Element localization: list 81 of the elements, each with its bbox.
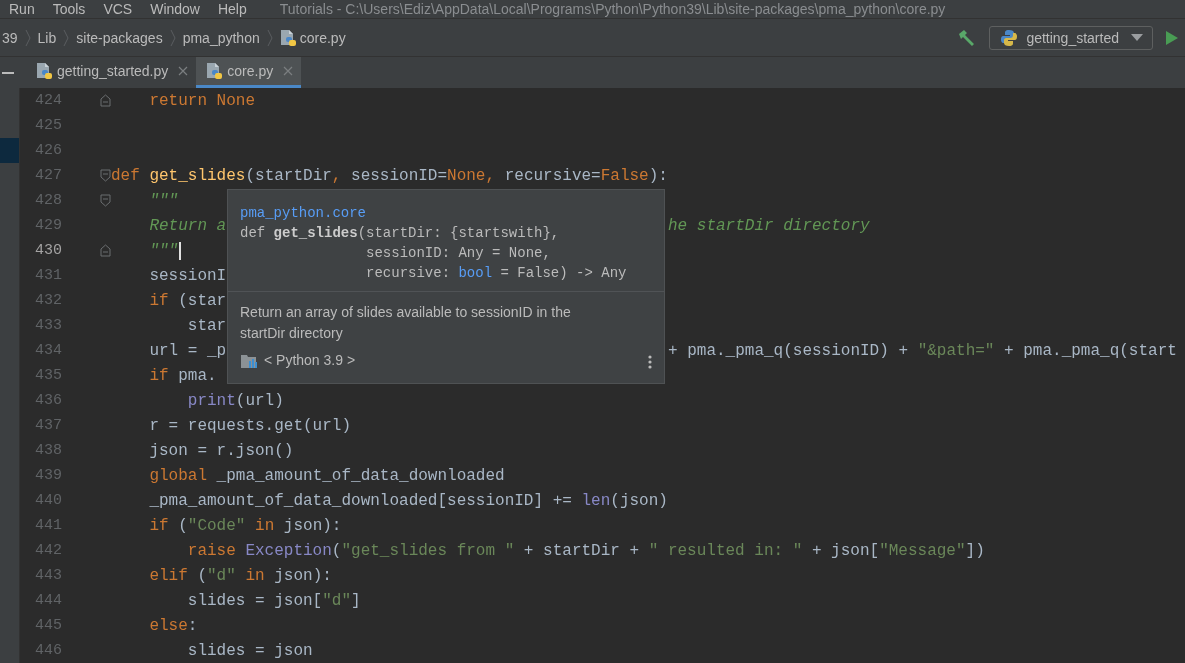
breadcrumb-item[interactable]: core.py — [279, 28, 346, 47]
line-number: 424 — [34, 92, 62, 109]
line-number: 435 — [34, 367, 62, 384]
line-number: 431 — [34, 267, 62, 284]
breadcrumb-item[interactable]: Lib — [37, 29, 57, 46]
line-number: 444 — [34, 592, 62, 609]
code-line: he startDir directory — [668, 216, 870, 235]
breadcrumb-item[interactable]: site-packages — [76, 29, 163, 46]
library-icon — [240, 352, 260, 369]
window-title: Tutorials - C:\Users\Ediz\AppData\Local\Programs\Python\Python39\Lib\site-packages\pma_python\core.py — [279, 2, 946, 16]
line-number: 438 — [34, 442, 62, 459]
line-number: 426 — [34, 142, 62, 159]
signature-text: sessionID: Any = None, — [366, 244, 552, 263]
code-line: """ — [149, 241, 179, 260]
code-line: + pma._pma_q(sessionID) + "&path=" + pma._pma_q(start — [668, 341, 1177, 360]
line-number: 446 — [34, 642, 62, 659]
code-line: raise Exception("get_slides from " + startDir + " resulted in: " + json["Message"]) — [187, 541, 985, 560]
run-icon[interactable] — [1165, 29, 1179, 46]
fold-icon[interactable] — [99, 194, 111, 207]
signature-text: recursive: bool = False) -> Any — [366, 264, 627, 283]
code-line: url = _p — [149, 341, 227, 360]
menu-item[interactable]: Tools — [43, 2, 95, 16]
line-number: 430 — [34, 242, 62, 259]
menu-item[interactable]: VCS — [94, 2, 142, 16]
code-line: if pma. — [149, 366, 217, 385]
menu-item[interactable]: Window — [141, 2, 209, 16]
python-file-icon — [206, 62, 224, 80]
line-number: 439 — [34, 467, 62, 484]
menu-item[interactable]: Help — [208, 2, 256, 16]
line-number: 429 — [34, 217, 62, 234]
line-number: 433 — [34, 317, 62, 334]
menu-item[interactable]: Run — [0, 2, 44, 16]
line-number: 440 — [34, 492, 62, 509]
code-line: global _pma_amount_of_data_downloaded — [149, 466, 505, 485]
code-line: r = requests.get(url) — [149, 416, 352, 435]
line-number: 437 — [34, 417, 62, 434]
module-name[interactable]: pma_python.core — [240, 203, 652, 223]
line-number: 434 — [34, 342, 62, 359]
line-number: 428 — [34, 192, 62, 209]
caret-icon — [1131, 33, 1143, 42]
run-configuration-dropdown[interactable]: getting_started — [989, 25, 1153, 50]
signature-text: def get_slides( — [240, 224, 367, 243]
more-icon[interactable] — [648, 355, 652, 369]
fold-icon[interactable] — [99, 244, 111, 257]
signature-text: startDir: {startswith}, — [366, 224, 561, 243]
editor-tab[interactable]: getting_started.py — [26, 57, 197, 88]
editor-tab[interactable]: core.py — [196, 57, 302, 88]
fold-icon[interactable] — [99, 169, 111, 182]
sdk-link[interactable]: < Python 3.9 > — [264, 350, 356, 371]
code-line: _pma_amount_of_data_downloaded[sessionID] += len(json) — [149, 491, 668, 510]
python-file-icon — [279, 28, 297, 47]
line-number: 425 — [34, 117, 62, 134]
code-line: json = r.json() — [149, 441, 294, 460]
line-number: 436 — [34, 392, 62, 409]
line-number: 427 — [34, 167, 62, 184]
breadcrumb-item[interactable]: pma_python — [182, 29, 260, 46]
line-number: 445 — [34, 617, 62, 634]
line-number: 442 — [34, 542, 62, 559]
code-line: return None — [149, 91, 255, 110]
code-line: slides = json["d"] — [187, 591, 361, 610]
fold-icon[interactable] — [99, 94, 111, 107]
breadcrumb-item[interactable]: 39 — [2, 29, 18, 46]
code-line: Return a — [149, 216, 227, 235]
close-icon[interactable] — [178, 66, 189, 76]
code-line: if (star — [149, 291, 227, 310]
doc-description: Return an array of slides available to sessionID in the startDir directory — [240, 303, 572, 343]
code-line: else: — [149, 616, 198, 635]
line-number: 441 — [34, 517, 62, 534]
python-file-icon — [36, 62, 53, 80]
code-line: star — [187, 316, 227, 335]
close-icon[interactable] — [283, 66, 294, 76]
code-line: elif ("d" in json): — [149, 566, 332, 585]
line-number: 432 — [34, 292, 62, 309]
code-line: if ("Code" in json): — [149, 516, 342, 535]
code-line: sessionI — [149, 266, 227, 285]
line-number: 443 — [34, 567, 62, 584]
code-line: slides = json — [187, 641, 313, 660]
code-line: def get_slides(startDir, sessionID=None, recursive=False): — [111, 166, 668, 185]
code-line: print(url) — [187, 391, 284, 410]
code-line: """ — [149, 191, 179, 210]
python-icon — [1000, 28, 1019, 47]
